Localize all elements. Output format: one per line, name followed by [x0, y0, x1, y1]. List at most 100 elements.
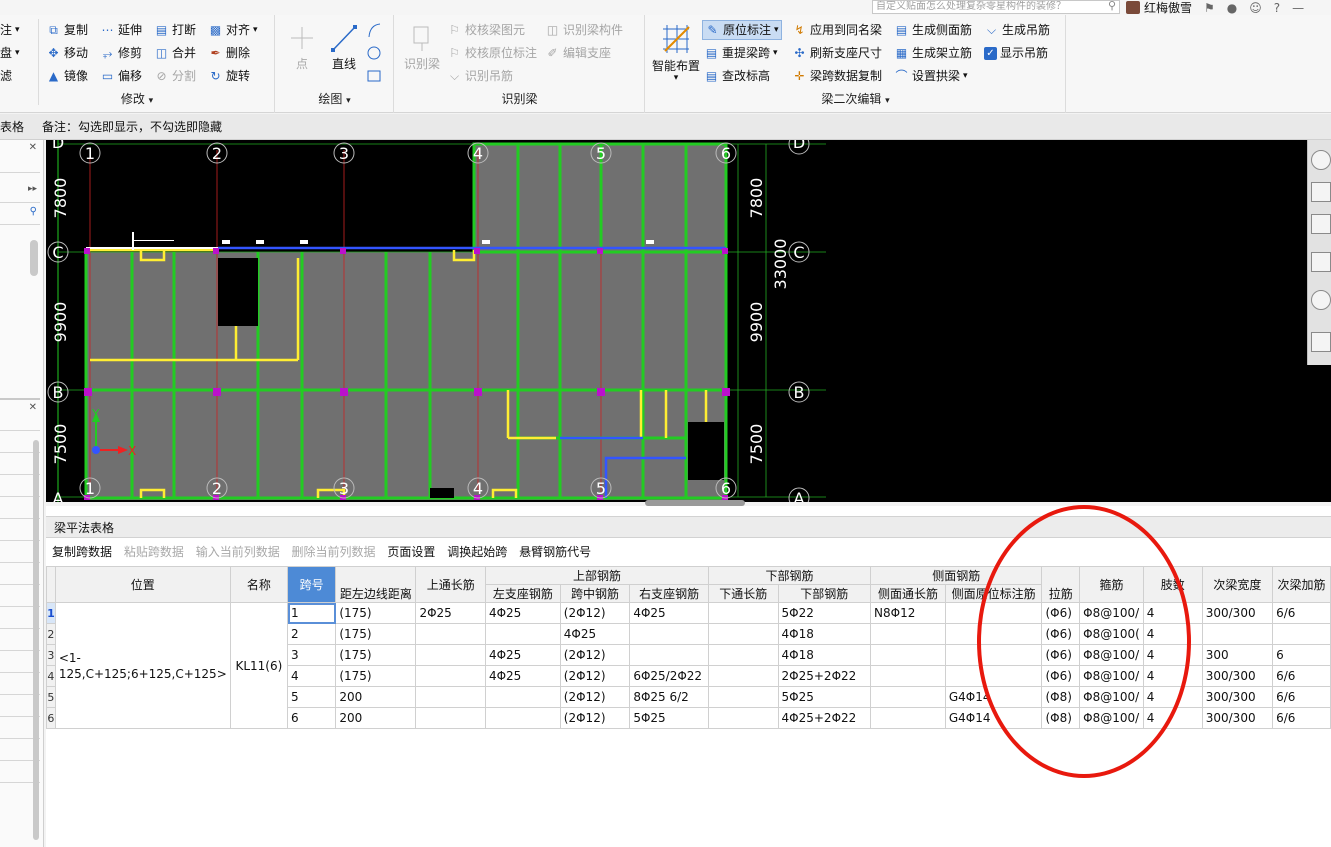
- top-through-cell[interactable]: [415, 665, 486, 687]
- top-through-cell[interactable]: [415, 623, 486, 645]
- legs-cell[interactable]: 4: [1142, 644, 1203, 666]
- ribbon-group-title-draw[interactable]: 绘图 ▾: [276, 90, 393, 107]
- orbit-icon[interactable]: [1311, 290, 1331, 310]
- side-in-place-cell[interactable]: [944, 665, 1043, 687]
- span-cell[interactable]: 4: [286, 665, 337, 687]
- tie-cell[interactable]: (Φ6): [1041, 644, 1081, 666]
- drawing-canvas[interactable]: 1 2 3 4 5 6 1 2 3 4 5 6 D C B A D C B A …: [46, 140, 1331, 502]
- sec-width-cell[interactable]: 300: [1201, 644, 1274, 666]
- gen-hanger-button[interactable]: ⌵ 生成吊筋: [984, 20, 1050, 40]
- side-through-cell[interactable]: [870, 623, 946, 645]
- left-support-cell[interactable]: 4Φ25: [484, 602, 561, 624]
- right-support-cell[interactable]: 4Φ25: [629, 602, 709, 624]
- row-number[interactable]: 5: [46, 686, 56, 708]
- sec-add-cell[interactable]: 6/6: [1272, 686, 1331, 708]
- scrollbar-thumb[interactable]: [33, 440, 39, 840]
- view-front-icon[interactable]: [1311, 214, 1331, 234]
- side-in-place-cell[interactable]: [944, 623, 1043, 645]
- left-dist-cell[interactable]: (175): [335, 602, 417, 624]
- bottom-through-cell[interactable]: [708, 686, 779, 708]
- span-cell[interactable]: 5: [286, 686, 337, 708]
- side-through-cell[interactable]: [870, 644, 946, 666]
- tie-cell[interactable]: (Φ6): [1041, 602, 1081, 624]
- right-support-cell[interactable]: [629, 644, 709, 666]
- stirrup-cell[interactable]: Φ8@100/: [1079, 707, 1144, 729]
- ribbon-group-title-modify[interactable]: 修改 ▾: [0, 90, 274, 107]
- span-cell[interactable]: 3: [286, 644, 337, 666]
- bottom-bar-cell[interactable]: 5Φ25: [777, 686, 872, 708]
- mid-span-cell[interactable]: (2Φ12): [559, 665, 631, 687]
- move-button[interactable]: ✥ 移动: [46, 43, 88, 63]
- recognize-hanger-button[interactable]: ⌵ 识别吊筋: [447, 66, 513, 86]
- mid-span-cell[interactable]: (2Φ12): [559, 644, 631, 666]
- refresh-support-button[interactable]: ✣ 刷新支座尺寸: [792, 43, 882, 63]
- left-dist-cell[interactable]: (175): [335, 623, 417, 645]
- ribbon-partial-item-1[interactable]: 注 ▾: [0, 20, 20, 40]
- row-number[interactable]: 2: [46, 623, 56, 645]
- table-row[interactable]: 1 <1-125,C+125;6+125,C+125> KL11(6) 1 (1…: [46, 602, 1331, 729]
- col-header-span[interactable]: 跨号: [286, 566, 337, 603]
- sec-add-cell[interactable]: 6: [1272, 644, 1331, 666]
- gen-erection-bar-button[interactable]: ▦ 生成架立筋: [894, 43, 972, 63]
- sec-width-cell[interactable]: 300/300: [1201, 665, 1274, 687]
- scrollbar-thumb[interactable]: [30, 240, 38, 276]
- span-cell[interactable]: 1: [286, 602, 337, 624]
- recognize-beam-button[interactable]: 识别梁: [401, 23, 443, 72]
- break-button[interactable]: ▤ 打断: [154, 20, 196, 40]
- span-cell[interactable]: 2: [286, 623, 337, 645]
- in-place-annotation-button[interactable]: ✎ 原位标注 ▾: [702, 20, 782, 40]
- bottom-bar-cell[interactable]: 5Φ22: [777, 602, 872, 624]
- close-icon[interactable]: ✕: [29, 402, 37, 413]
- chat-icon[interactable]: ●: [1227, 1, 1237, 15]
- trim-button[interactable]: ⥅ 修剪: [100, 43, 142, 63]
- left-support-cell[interactable]: 4Φ25: [484, 665, 561, 687]
- apply-same-name-button[interactable]: ↯ 应用到同名梁: [792, 20, 882, 40]
- legs-cell[interactable]: 4: [1142, 707, 1203, 729]
- stirrup-cell[interactable]: Φ8@100/: [1079, 686, 1144, 708]
- recognize-beam-component-button[interactable]: ◫ 识别梁构件: [545, 20, 623, 40]
- bottom-bar-cell[interactable]: 4Φ18: [777, 644, 872, 666]
- query-elevation-button[interactable]: ▤ 查改标高: [704, 66, 770, 86]
- right-support-cell[interactable]: [629, 623, 709, 645]
- check-in-place-button[interactable]: ⚐ 校核原位标注: [447, 43, 537, 63]
- rotate-button[interactable]: ↻ 旋转: [208, 66, 250, 86]
- side-in-place-cell[interactable]: [944, 644, 1043, 666]
- top-through-cell[interactable]: [415, 644, 486, 666]
- offset-button[interactable]: ▭ 偏移: [100, 66, 142, 86]
- view-side-icon[interactable]: [1311, 252, 1331, 272]
- expand-icon[interactable]: ▸▸: [28, 184, 37, 194]
- paste-span-data-button[interactable]: 粘贴跨数据: [124, 545, 184, 559]
- panel-splitter[interactable]: [0, 398, 40, 400]
- stirrup-cell[interactable]: Φ8@100/: [1079, 644, 1144, 666]
- bottom-bar-cell[interactable]: 4Φ18: [777, 623, 872, 645]
- view-3d-icon[interactable]: [1311, 182, 1331, 202]
- span-cell[interactable]: 6: [286, 707, 337, 729]
- tie-cell[interactable]: (Φ6): [1041, 623, 1081, 645]
- minimize-icon[interactable]: —: [1292, 1, 1304, 15]
- legs-cell[interactable]: 4: [1142, 665, 1203, 687]
- left-dist-cell[interactable]: 200: [335, 707, 417, 729]
- sec-width-cell[interactable]: 300/300: [1201, 707, 1274, 729]
- swap-start-span-button[interactable]: 调换起始跨: [447, 545, 507, 559]
- edit-support-button[interactable]: ✐ 编辑支座: [545, 43, 611, 63]
- set-arch-beam-button[interactable]: ⌒ 设置拱梁 ▾: [894, 66, 967, 86]
- mid-span-cell[interactable]: (2Φ12): [559, 707, 631, 729]
- row-number[interactable]: 4: [46, 665, 56, 687]
- right-support-cell[interactable]: 5Φ25: [629, 707, 709, 729]
- legs-cell[interactable]: 4: [1142, 686, 1203, 708]
- beam-name-cell[interactable]: KL11(6): [229, 602, 289, 729]
- tie-cell[interactable]: (Φ6): [1041, 665, 1081, 687]
- merge-button[interactable]: ◫ 合并: [154, 43, 196, 63]
- bottom-through-cell[interactable]: [708, 644, 779, 666]
- top-through-cell[interactable]: 2Φ25: [415, 602, 486, 624]
- avatar[interactable]: [1126, 1, 1140, 14]
- legs-cell[interactable]: 4: [1142, 623, 1203, 645]
- page-setup-button[interactable]: 页面设置: [387, 545, 435, 559]
- ribbon-partial-item-3[interactable]: 滤: [0, 66, 12, 86]
- delete-button[interactable]: ✒ 删除: [208, 43, 250, 63]
- bottom-through-cell[interactable]: [708, 602, 779, 624]
- help-search-input[interactable]: 自定义贴面怎么处理复杂零星构件的装修？ ⚲: [872, 0, 1120, 14]
- side-through-cell[interactable]: [870, 665, 946, 687]
- row-number[interactable]: 6: [46, 707, 56, 729]
- sec-add-cell[interactable]: 6/6: [1272, 665, 1331, 687]
